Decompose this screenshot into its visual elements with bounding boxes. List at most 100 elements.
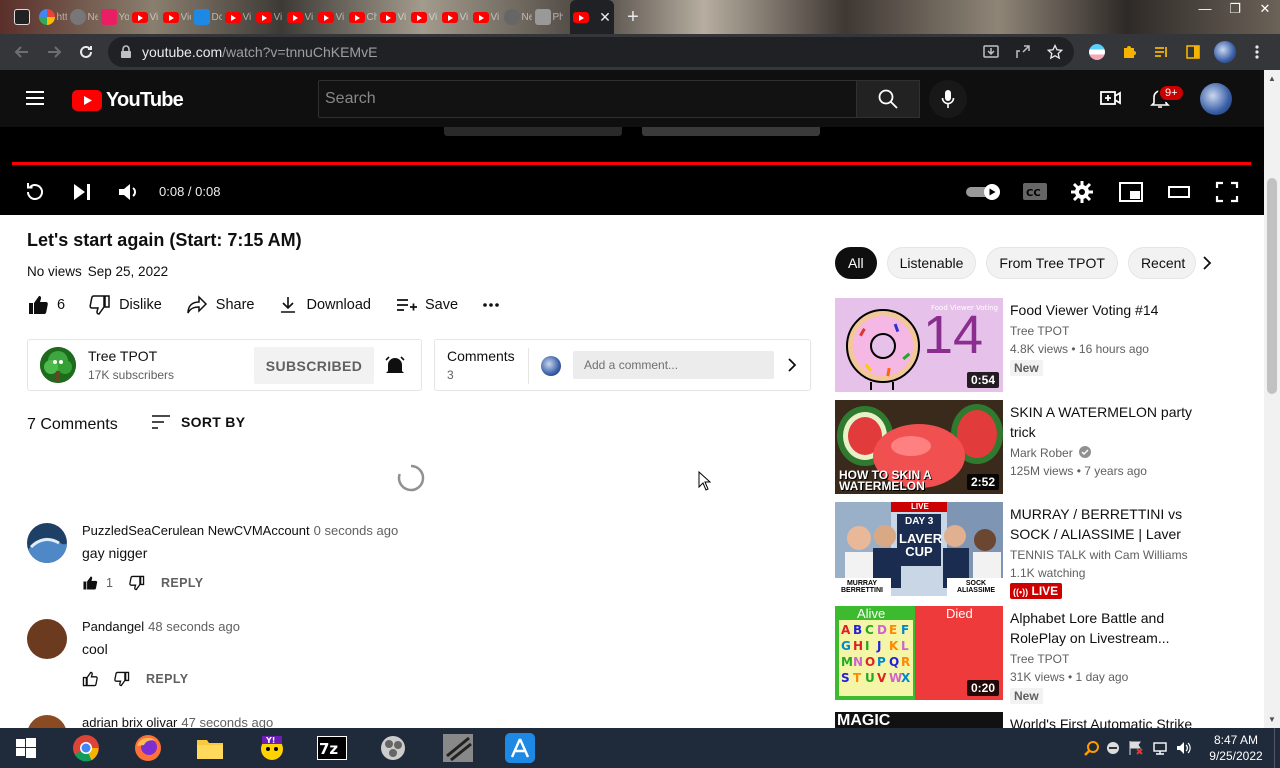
comment-dislike-icon[interactable] xyxy=(129,575,145,591)
sort-by-button[interactable]: SORT BY xyxy=(151,414,245,430)
comment-like-icon[interactable] xyxy=(82,671,98,687)
scroll-down-icon[interactable]: ▼ xyxy=(1268,715,1276,724)
search-button[interactable] xyxy=(856,80,920,118)
chip-recent[interactable]: Recent xyxy=(1127,247,1196,279)
browser-tab[interactable]: Vi xyxy=(130,0,161,34)
next-video-icon[interactable] xyxy=(69,179,95,205)
chrome-icon[interactable] xyxy=(70,732,102,764)
video-thumbnail[interactable]: MAGIC xyxy=(835,712,1003,728)
channel-avatar[interactable] xyxy=(40,347,76,383)
video-title[interactable]: Alphabet Lore Battle and RolePlay on Liv… xyxy=(1010,608,1210,648)
browser-tab[interactable]: Dc xyxy=(192,0,223,34)
scroll-up-icon[interactable]: ▲ xyxy=(1268,74,1276,83)
browser-tab[interactable]: Vi xyxy=(409,0,440,34)
browser-tab[interactable]: Vi xyxy=(316,0,347,34)
lock-icon[interactable] xyxy=(120,45,132,59)
close-window-icon[interactable]: ✕ xyxy=(1250,0,1280,20)
7zip-icon[interactable]: 7z xyxy=(316,732,348,764)
save-button[interactable]: Save xyxy=(395,295,458,315)
bookmark-star-icon[interactable] xyxy=(1042,39,1068,65)
browser-tab[interactable]: Vic xyxy=(161,0,192,34)
video-channel[interactable]: Tree TPOT xyxy=(1010,652,1069,666)
new-tab-button[interactable]: + xyxy=(618,6,648,29)
video-channel[interactable]: Mark Rober xyxy=(1010,446,1092,460)
comment-time[interactable]: 0 seconds ago xyxy=(314,523,399,538)
autoplay-toggle[interactable] xyxy=(966,183,1002,201)
browser-tab[interactable]: Vi xyxy=(223,0,254,34)
back-button[interactable] xyxy=(6,36,38,68)
extensions-puzzle-icon[interactable] xyxy=(1116,39,1142,65)
recommended-video[interactable]: LIVE DAY 3 LAVER CUP MURRAY BERRETTINI S… xyxy=(835,502,1215,599)
replay-icon[interactable] xyxy=(22,179,48,205)
commenter-avatar[interactable] xyxy=(27,715,67,728)
forward-button[interactable] xyxy=(38,36,70,68)
browser-tab[interactable]: Vi xyxy=(254,0,285,34)
voice-search-button[interactable] xyxy=(929,80,967,118)
video-channel[interactable]: TENNIS TALK with Cam Williams xyxy=(1010,548,1188,562)
share-page-icon[interactable] xyxy=(1010,39,1036,65)
browser-menu-icon[interactable] xyxy=(1244,39,1270,65)
browser-tab[interactable]: Vi xyxy=(440,0,471,34)
dislike-button[interactable]: Dislike xyxy=(89,294,162,316)
scrollbar-thumb[interactable] xyxy=(1267,178,1277,394)
search-input[interactable] xyxy=(325,90,856,108)
youtube-logo[interactable]: YouTube xyxy=(72,89,184,112)
yahoo-messenger-icon[interactable]: Y! xyxy=(256,732,288,764)
video-player[interactable]: 0:08 / 0:08 CC xyxy=(0,127,1264,215)
chip-from-channel[interactable]: From Tree TPOT xyxy=(986,247,1118,279)
search-field[interactable] xyxy=(318,80,857,118)
theater-mode-icon[interactable] xyxy=(1166,180,1192,204)
download-button[interactable]: Download xyxy=(278,295,371,315)
reload-button[interactable] xyxy=(70,36,102,68)
account-avatar[interactable] xyxy=(1200,83,1232,115)
browser-tab[interactable]: Vi xyxy=(285,0,316,34)
video-thumbnail[interactable]: HOW TO SKIN A WATERMELON 2:52 xyxy=(835,400,1003,494)
video-thumbnail[interactable]: Food Viewer Voting 14 0:54 xyxy=(835,298,1003,392)
chip-all[interactable]: All xyxy=(835,247,877,279)
install-app-icon[interactable] xyxy=(978,39,1004,65)
comment-like-icon[interactable] xyxy=(82,575,98,591)
app-store-icon[interactable] xyxy=(504,732,536,764)
close-tab-icon[interactable]: ✕ xyxy=(599,9,611,26)
flag-icon[interactable] xyxy=(1128,740,1152,756)
system-clock[interactable]: 8:47 AM 9/25/2022 xyxy=(1198,732,1274,764)
comment-author[interactable]: Pandangel xyxy=(82,619,144,634)
minimize-icon[interactable]: — xyxy=(1190,0,1220,20)
profile-flag-icon[interactable] xyxy=(1084,39,1110,65)
browser-tab[interactable]: htt xyxy=(37,0,68,34)
reading-list-icon[interactable] xyxy=(1148,39,1174,65)
browser-tab[interactable]: Vi xyxy=(378,0,409,34)
restore-icon[interactable]: ❐ xyxy=(1220,0,1250,20)
browser-tab[interactable]: Ne xyxy=(68,0,99,34)
more-actions-button[interactable] xyxy=(482,302,500,308)
volume-icon[interactable] xyxy=(116,179,142,205)
comment-time[interactable]: 47 seconds ago xyxy=(181,715,273,728)
browser-tab[interactable]: Ne xyxy=(502,0,533,34)
channel-name[interactable]: Tree TPOT xyxy=(88,348,157,364)
commenter-avatar[interactable] xyxy=(27,619,67,659)
browser-tab[interactable]: Pho xyxy=(533,0,564,34)
chip-listenable[interactable]: Listenable xyxy=(886,247,977,279)
create-video-icon[interactable] xyxy=(1099,86,1123,110)
chevron-right-icon[interactable] xyxy=(787,357,797,373)
profile-avatar-icon[interactable] xyxy=(1212,39,1238,65)
menu-icon[interactable] xyxy=(24,88,46,108)
subtitles-icon[interactable]: CC xyxy=(1022,181,1048,203)
subscribe-button[interactable]: SUBSCRIBED xyxy=(254,347,374,384)
commenter-avatar[interactable] xyxy=(27,523,67,563)
network-icon[interactable] xyxy=(1152,740,1176,756)
fullscreen-icon[interactable] xyxy=(1214,180,1240,204)
share-button[interactable]: Share xyxy=(186,295,254,315)
miniplayer-icon[interactable] xyxy=(1118,180,1144,204)
windows-start-icon[interactable] xyxy=(10,732,42,764)
recommended-video[interactable]: HOW TO SKIN A WATERMELON 2:52 SKIN A WAT… xyxy=(835,400,1215,494)
search-tray-icon[interactable] xyxy=(1084,740,1106,756)
like-button[interactable]: 6 xyxy=(27,294,65,316)
video-thumbnail[interactable]: LIVE DAY 3 LAVER CUP MURRAY BERRETTINI S… xyxy=(835,502,1003,596)
video-title[interactable]: World's First Automatic Strike xyxy=(1010,714,1210,728)
reply-button[interactable]: REPLY xyxy=(146,672,189,686)
browser-tab-active[interactable]: ✕ xyxy=(570,0,614,34)
file-explorer-icon[interactable] xyxy=(194,732,226,764)
recommended-video[interactable]: ABCDEF GHIJKL MNOPQR STUVWX Alive Died 0… xyxy=(835,606,1215,704)
browser-tab[interactable]: Vi xyxy=(471,0,502,34)
